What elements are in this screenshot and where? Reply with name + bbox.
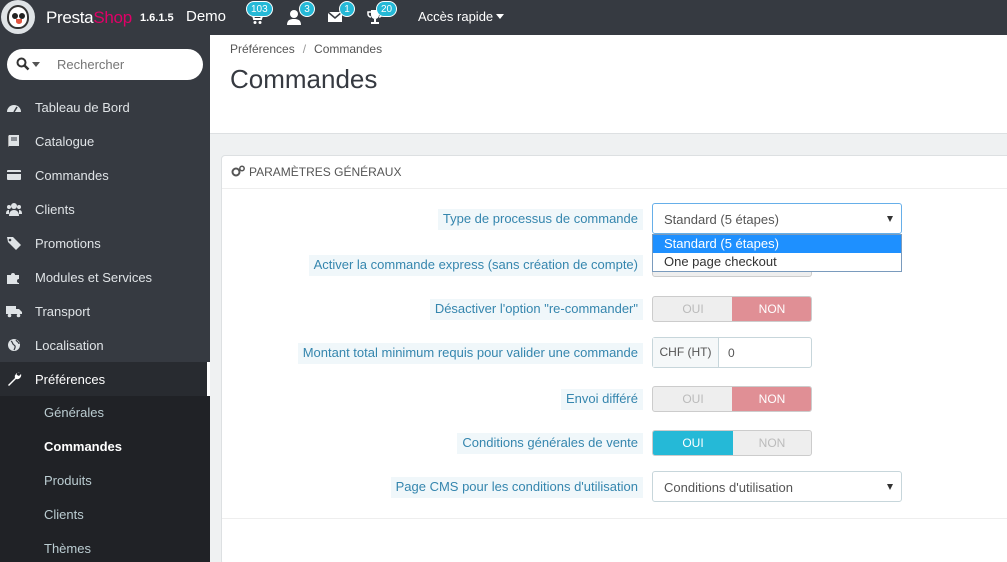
reorder-toggle: OUI NON [652, 296, 812, 322]
general-settings-panel: Paramètres généraux Type de processus de… [221, 155, 1007, 562]
book-icon [8, 135, 19, 147]
breadcrumb-parent[interactable]: Préférences [230, 42, 295, 56]
option-standard[interactable]: Standard (5 étapes) [653, 235, 901, 253]
sidebar-item-promotions[interactable]: Promotions [0, 226, 210, 260]
page-title: Commandes [230, 64, 378, 94]
orders-badge: 103 [246, 1, 273, 17]
truck-icon [6, 306, 22, 318]
cogs-icon [231, 165, 245, 177]
terms-toggle: OUI NON [652, 430, 812, 456]
wrench-icon [8, 372, 22, 386]
submenu-item-themes[interactable]: Thèmes [44, 541, 91, 556]
min-amount-field[interactable]: CHF (HT) 0 [652, 337, 812, 368]
process-type-dropdown: Standard (5 étapes) One page checkout [652, 234, 902, 272]
sidebar-item-shipping[interactable]: Transport [0, 294, 210, 328]
cms-page-label: Page CMS pour les conditions d'utilisati… [390, 477, 643, 498]
search-scope-caret-icon[interactable] [32, 62, 40, 67]
sidebar-item-catalog[interactable]: Catalogue [0, 124, 210, 158]
shop-name-link[interactable]: Demo [186, 8, 226, 25]
preferences-submenu: Générales Commandes Produits Clients Thè… [0, 396, 210, 562]
customers-badge: 3 [299, 1, 315, 17]
users-icon [6, 203, 22, 216]
panel-title: Paramètres généraux [249, 165, 402, 179]
sidebar: Tableau de Bord Catalogue Commandes Clie… [0, 35, 210, 562]
deferred-shipping-toggle: OUI NON [652, 386, 812, 412]
sidebar-item-localization[interactable]: Localisation [0, 328, 210, 362]
breadcrumb-separator: / [302, 42, 307, 56]
puzzle-icon [7, 273, 19, 284]
sidebar-item-modules[interactable]: Modules et Services [0, 260, 210, 294]
express-order-label: Activer la commande express (sans créati… [308, 255, 643, 276]
sidebar-item-preferences[interactable]: Préférences [0, 362, 210, 396]
terms-non-option[interactable]: NON [732, 431, 811, 455]
reorder-label: Désactiver l'option "re-commander" [429, 299, 643, 320]
deferred-oui-option[interactable]: OUI [653, 387, 733, 411]
sidebar-search [7, 49, 203, 80]
deferred-non-option[interactable]: NON [732, 387, 811, 411]
prestashop-logo-icon[interactable] [1, 0, 35, 34]
min-amount-value: 0 [728, 346, 735, 360]
submenu-item-customers[interactable]: Clients [44, 507, 84, 522]
version-label: 1.6.1.5 [140, 12, 174, 24]
reorder-non-option[interactable]: NON [732, 297, 811, 321]
submenu-item-general[interactable]: Générales [44, 405, 104, 420]
option-one-page-checkout[interactable]: One page checkout [653, 253, 901, 271]
reorder-oui-option[interactable]: OUI [653, 297, 733, 321]
breadcrumb: Préférences / Commandes [230, 42, 382, 56]
terms-oui-option[interactable]: OUI [653, 431, 733, 455]
globe-icon [8, 339, 20, 351]
sidebar-item-dashboard[interactable]: Tableau de Bord [0, 90, 210, 124]
dashboard-icon [7, 105, 21, 113]
page-header: Préférences / Commandes Commandes [210, 35, 1007, 134]
top-header: PrestaShop 1.6.1.5 Demo 103 3 1 20 Accès… [0, 0, 1007, 35]
deferred-shipping-label: Envoi différé [560, 389, 643, 410]
caret-down-icon [496, 14, 505, 19]
submenu-item-products[interactable]: Produits [44, 473, 92, 488]
min-amount-label: Montant total minimum requis pour valide… [297, 343, 643, 364]
sidebar-item-customers[interactable]: Clients [0, 192, 210, 226]
select-arrow-icon [887, 216, 893, 222]
select-arrow-icon [887, 484, 893, 490]
panel-footer-divider [222, 518, 1007, 519]
credit-card-icon [7, 170, 21, 180]
panel-heading: Paramètres généraux [222, 156, 1007, 189]
submenu-item-orders[interactable]: Commandes [44, 439, 122, 454]
tag-icon [7, 237, 21, 250]
currency-addon: CHF (HT) [653, 338, 719, 367]
achievements-badge: 20 [376, 1, 398, 17]
messages-badge: 1 [339, 1, 355, 17]
quick-access-dropdown[interactable]: Accès rapide [418, 9, 505, 24]
process-type-select[interactable]: Standard (5 étapes) [652, 203, 902, 234]
brand-name[interactable]: PrestaShop [46, 8, 132, 28]
cms-page-select[interactable]: Conditions d'utilisation [652, 471, 902, 502]
terms-label: Conditions générales de vente [457, 433, 643, 454]
sidebar-item-orders[interactable]: Commandes [0, 158, 210, 192]
process-type-label: Type de processus de commande [437, 209, 643, 230]
search-icon[interactable] [16, 57, 30, 71]
breadcrumb-current: Commandes [314, 42, 383, 56]
search-input[interactable] [57, 55, 197, 74]
